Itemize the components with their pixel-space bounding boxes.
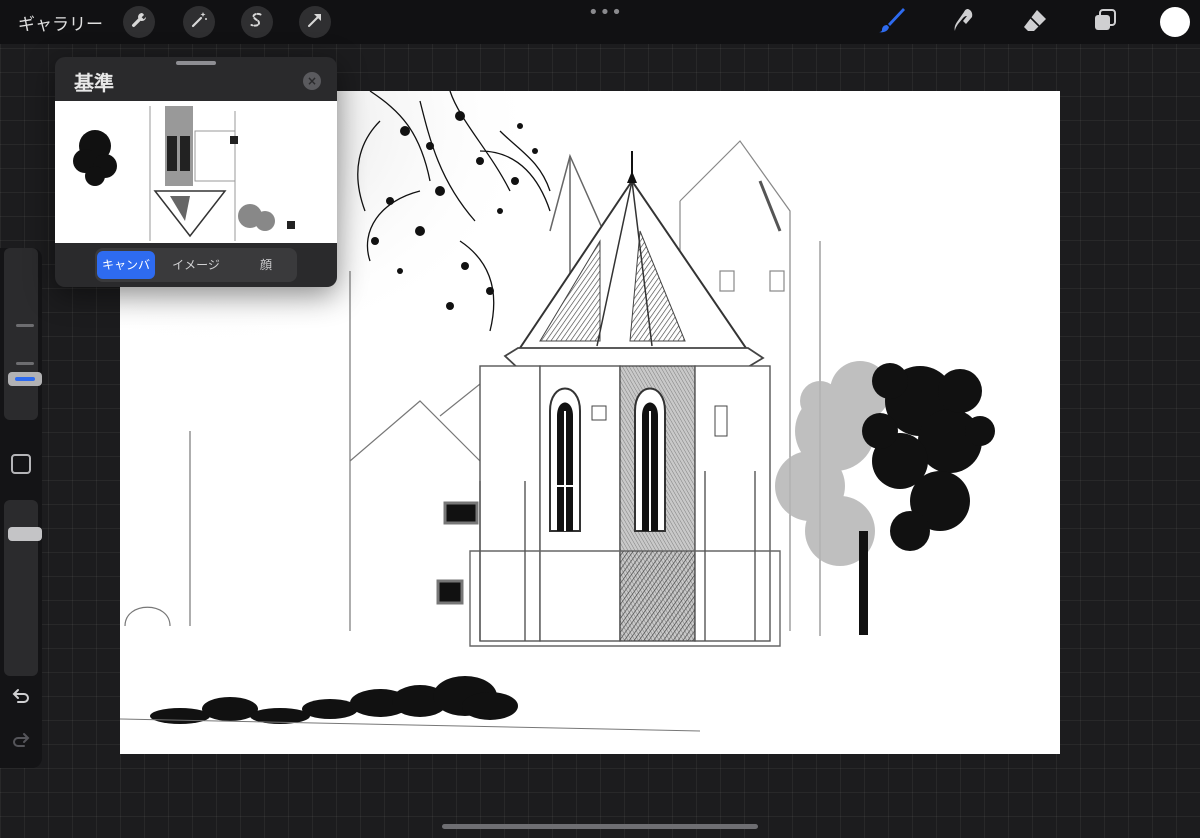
color-picker-button[interactable] (1160, 7, 1190, 37)
undo-button[interactable] (10, 688, 32, 710)
top-toolbar: ギャラリー ••• (0, 0, 1200, 44)
more-options-handle[interactable]: ••• (588, 2, 623, 23)
reference-preview (55, 101, 337, 243)
redo-icon (11, 731, 31, 755)
tab-canvas[interactable]: キャンバス (97, 251, 155, 287)
smudge-tool-button[interactable] (948, 6, 980, 38)
layers-icon (1092, 7, 1118, 37)
opacity-slider[interactable] (4, 500, 42, 676)
home-indicator (442, 824, 758, 829)
actions-button[interactable] (123, 6, 155, 38)
reference-panel-title: 基準 (74, 71, 114, 95)
modify-button[interactable] (11, 454, 31, 474)
eraser-icon (1021, 6, 1049, 38)
brush-tool-button[interactable] (876, 6, 908, 38)
left-sidebar (0, 248, 42, 768)
panel-grabber[interactable] (176, 61, 216, 65)
brush-size-slider[interactable] (4, 248, 42, 420)
reference-panel: 基準 × キャンバス イメージ 顔 (55, 57, 337, 287)
transform-arrow-icon (306, 11, 324, 33)
tab-face[interactable]: 顔 (237, 251, 295, 279)
adjustments-button[interactable] (183, 6, 215, 38)
selection-button[interactable] (241, 6, 273, 38)
slider-tick (16, 362, 34, 365)
smudge-icon (950, 6, 978, 38)
undo-icon (11, 687, 31, 711)
tab-image[interactable]: イメージ (165, 251, 227, 279)
close-icon: × (306, 74, 318, 88)
eraser-tool-button[interactable] (1019, 6, 1051, 38)
selection-icon (248, 11, 266, 33)
close-reference-button[interactable]: × (303, 72, 321, 90)
brush-size-thumb[interactable] (8, 372, 42, 386)
gallery-button[interactable]: ギャラリー (18, 10, 103, 35)
redo-button[interactable] (10, 732, 32, 754)
transform-button[interactable] (299, 6, 331, 38)
reference-mode-tabs: キャンバス イメージ 顔 (95, 248, 297, 287)
brush-icon (877, 5, 907, 39)
wrench-icon (130, 11, 148, 33)
magic-wand-icon (190, 11, 208, 33)
opacity-thumb[interactable] (8, 527, 42, 542)
slider-tick (16, 324, 34, 327)
layers-button[interactable] (1089, 6, 1121, 38)
